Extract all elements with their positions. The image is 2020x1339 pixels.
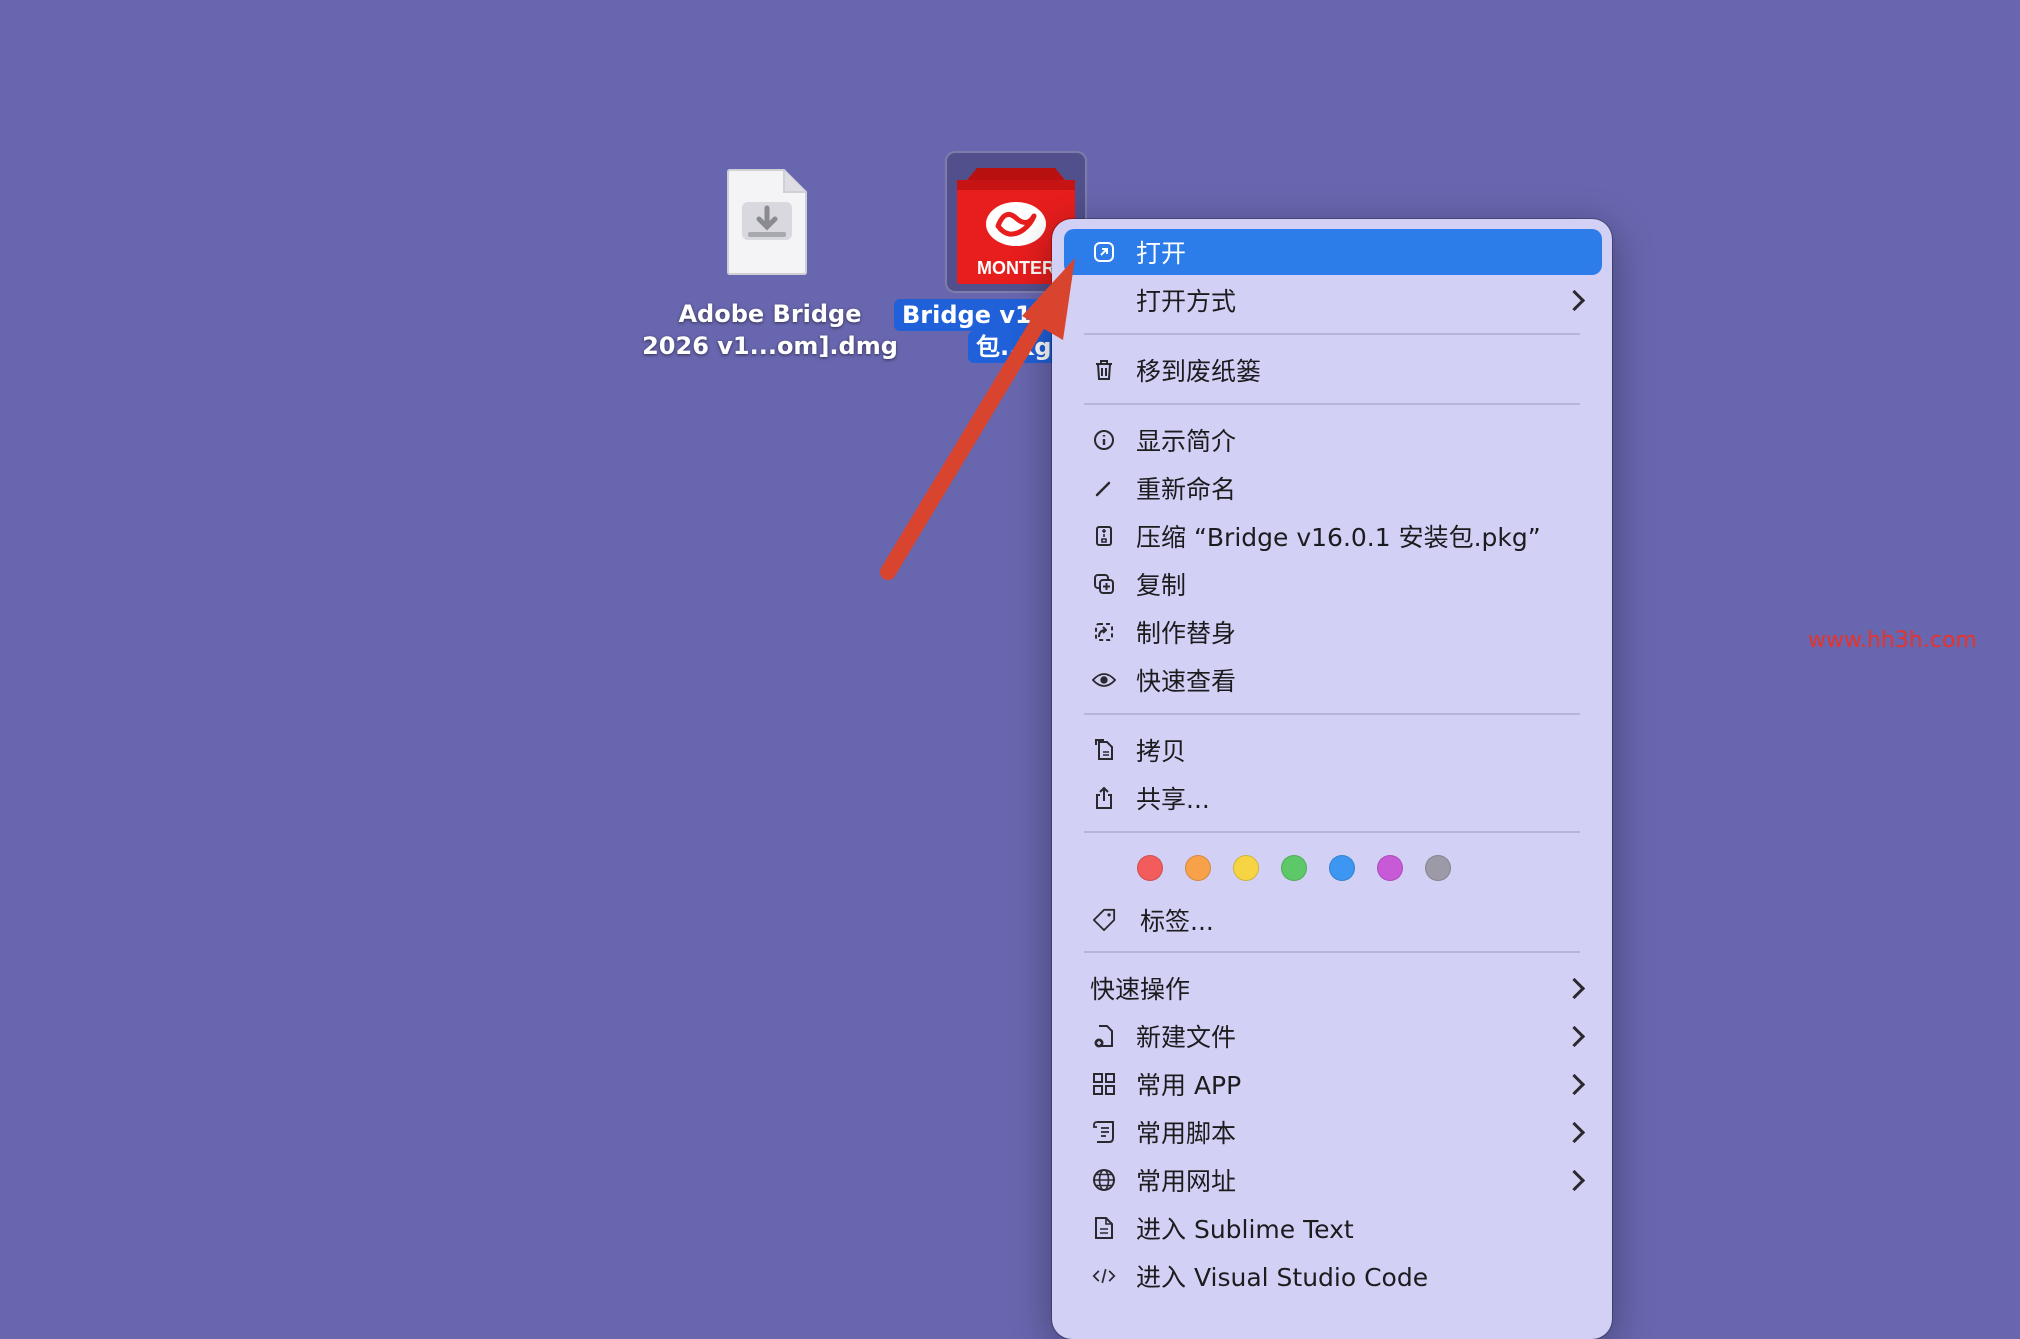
dmg-document-icon [727, 169, 807, 275]
script-icon [1092, 1120, 1116, 1144]
menu-item-copy[interactable]: 拷贝 [1064, 727, 1602, 773]
menu-item-label: 新建文件 [1136, 1023, 1237, 1052]
tag-color-red[interactable] [1137, 855, 1163, 881]
trash-icon [1092, 358, 1116, 382]
copy-icon [1092, 738, 1116, 762]
dmg-file-label: Adobe Bridge 2026 v1...om].dmg [640, 298, 900, 362]
menu-item-label: 共享... [1136, 785, 1210, 814]
menu-item-label: 移到废纸篓 [1136, 357, 1262, 386]
tag-color-green[interactable] [1281, 855, 1307, 881]
menu-item-move-to-trash[interactable]: 移到废纸篓 [1064, 347, 1602, 393]
menu-item-label: 快速查看 [1136, 667, 1237, 696]
menu-item-open[interactable]: 打开 [1064, 229, 1602, 275]
menu-item-label: 进入 Visual Studio Code [1136, 1263, 1429, 1292]
menu-item-label: 常用 APP [1136, 1071, 1242, 1100]
archive-icon [1092, 524, 1116, 548]
menu-item-share[interactable]: 共享... [1064, 775, 1602, 821]
menu-item-open-vscode[interactable]: 进入 Visual Studio Code [1064, 1253, 1602, 1299]
menu-item-make-alias[interactable]: 制作替身 [1064, 609, 1602, 655]
package-brand-text: MONTER [977, 258, 1055, 278]
tag-color-blue[interactable] [1329, 855, 1355, 881]
menu-item-label: 重新命名 [1136, 475, 1237, 504]
menu-item-quick-actions[interactable]: 快速操作 [1064, 965, 1602, 1011]
menu-item-common-urls[interactable]: 常用网址 [1064, 1157, 1602, 1203]
open-icon [1092, 240, 1116, 264]
dmg-file-name-line1: Adobe Bridge [678, 300, 862, 328]
info-icon [1092, 428, 1116, 452]
pkg-file-name-line2: 包..kg [968, 331, 1060, 363]
chevron-right-icon [1563, 977, 1586, 999]
menu-separator [1084, 951, 1580, 953]
menu-separator [1084, 333, 1580, 335]
document-icon [1092, 1216, 1116, 1240]
menu-item-quick-look[interactable]: 快速查看 [1064, 657, 1602, 703]
globe-icon [1092, 1168, 1116, 1192]
new-file-icon [1092, 1024, 1116, 1048]
menu-item-label: 标签... [1140, 907, 1214, 936]
context-menu: 打开 打开方式 移到废纸篓 显示简介 重新命名 压缩 “Bridge v16.0… [1052, 219, 1612, 1339]
menu-item-common-scripts[interactable]: 常用脚本 [1064, 1109, 1602, 1155]
menu-item-label: 打开 [1136, 239, 1187, 268]
chevron-right-icon [1563, 1073, 1586, 1095]
menu-item-label: 复制 [1136, 571, 1187, 600]
tag-icon [1092, 908, 1116, 932]
menu-separator [1084, 403, 1580, 405]
menu-item-label: 显示简介 [1136, 427, 1237, 456]
menu-item-new-file[interactable]: 新建文件 [1064, 1013, 1602, 1059]
menu-separator [1084, 713, 1580, 715]
tag-color-purple[interactable] [1377, 855, 1403, 881]
menu-item-common-app[interactable]: 常用 APP [1064, 1061, 1602, 1107]
chevron-right-icon [1563, 289, 1586, 311]
menu-item-get-info[interactable]: 显示简介 [1064, 417, 1602, 463]
menu-item-open-sublime[interactable]: 进入 Sublime Text [1064, 1205, 1602, 1251]
chevron-right-icon [1563, 1121, 1586, 1143]
pkg-file-name-line1: Bridge v16 [894, 299, 1057, 331]
tag-color-gray[interactable] [1425, 855, 1451, 881]
menu-separator [1084, 831, 1580, 833]
grid-icon [1092, 1072, 1116, 1096]
duplicate-icon [1092, 572, 1116, 596]
menu-item-compress[interactable]: 压缩 “Bridge v16.0.1 安装包.pkg” [1064, 513, 1602, 559]
menu-item-label: 常用网址 [1136, 1167, 1237, 1196]
menu-item-label: 制作替身 [1136, 619, 1237, 648]
menu-item-label: 拷贝 [1136, 737, 1187, 766]
menu-item-open-with[interactable]: 打开方式 [1064, 277, 1602, 323]
alias-icon [1092, 620, 1116, 644]
eye-icon [1092, 668, 1116, 692]
share-icon [1092, 786, 1116, 810]
tag-color-orange[interactable] [1185, 855, 1211, 881]
menu-item-label: 快速操作 [1090, 975, 1191, 1004]
chevron-right-icon [1563, 1169, 1586, 1191]
chevron-right-icon [1563, 1025, 1586, 1047]
tag-color-yellow[interactable] [1233, 855, 1259, 881]
code-icon [1092, 1264, 1116, 1288]
menu-item-tags[interactable]: 标签... [1064, 897, 1602, 943]
pencil-icon [1092, 476, 1116, 500]
menu-item-label: 常用脚本 [1136, 1119, 1237, 1148]
menu-item-label: 进入 Sublime Text [1136, 1215, 1354, 1244]
menu-item-duplicate[interactable]: 复制 [1064, 561, 1602, 607]
watermark-text: www.hh3h.com [1808, 628, 1977, 653]
menu-item-rename[interactable]: 重新命名 [1064, 465, 1602, 511]
menu-item-label: 打开方式 [1136, 287, 1237, 316]
menu-item-label: 压缩 “Bridge v16.0.1 安装包.pkg” [1136, 523, 1541, 552]
dmg-file-name-line2: 2026 v1...om].dmg [642, 332, 898, 360]
